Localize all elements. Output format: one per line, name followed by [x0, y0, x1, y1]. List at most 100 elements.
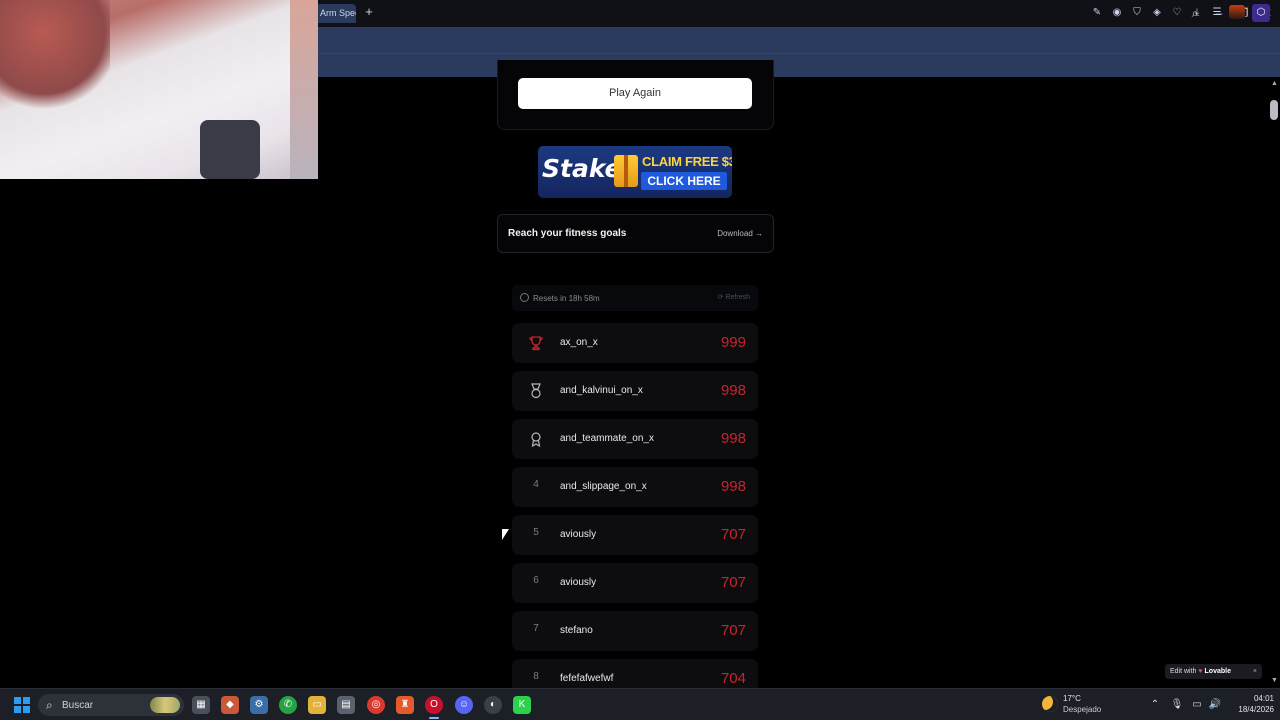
lovable-prefix: Edit with [1170, 668, 1197, 675]
player-name: aviously [560, 529, 597, 540]
player-name: and_slippage_on_x [560, 481, 647, 492]
player-score: 707 [720, 574, 746, 591]
leaderboard-header: Resets in 18h 58m ⟳ Refresh [512, 285, 758, 311]
edit-icon[interactable]: ✎ [1090, 6, 1104, 20]
medal-icon [531, 383, 541, 399]
player-name: aviously [560, 577, 597, 588]
refresh-button[interactable]: ⟳ Refresh [718, 293, 750, 301]
ad-headline: CLAIM FREE $35 [642, 154, 732, 169]
player-score: 707 [720, 526, 746, 543]
player-name: ax_on_x [560, 337, 598, 348]
clock-date[interactable]: 18/4/2026 [1226, 705, 1274, 714]
leaderboard-row: 8 fefefafwefwf 704 [512, 659, 758, 688]
trophy-icon [529, 336, 543, 351]
lovable-close-icon[interactable]: × [1253, 664, 1257, 679]
leaderboard-row: 7 stefano 707 [512, 611, 758, 651]
leaderboard-row: 6 aviously 707 [512, 563, 758, 603]
windows-start-icon[interactable] [14, 697, 30, 713]
browser-tab[interactable]: Arm Spee [316, 4, 356, 23]
lovable-brand: Lovable [1204, 668, 1231, 675]
scroll-down-arrow-icon[interactable]: ▼ [1271, 677, 1278, 684]
player-name: fefefafwefwf [560, 673, 614, 684]
camera-icon[interactable]: ◉ [1110, 6, 1124, 20]
chrome-icon[interactable]: ◎ [367, 696, 385, 714]
promo-title: Reach your fitness goals [508, 228, 627, 239]
player-score: 999 [720, 334, 746, 351]
player-rank: 7 [533, 623, 539, 634]
player-rank: 4 [533, 479, 539, 490]
mouse-cursor-icon [502, 529, 509, 540]
player-score: 998 [720, 430, 746, 447]
heart-icon[interactable]: ♡ [1170, 6, 1184, 20]
chevron-up-icon[interactable]: ⌃ [1148, 698, 1162, 712]
whatsapp-icon[interactable]: ✆ [279, 696, 297, 714]
fitness-promo-card: Reach your fitness goals Download → [497, 214, 774, 253]
windows-taskbar: ⌕ Buscar ▦ ◆ ⚙ ✆ ▭ ▤ ◎ ♜ O ☺ ◐ K 17°C De… [0, 688, 1280, 720]
player-name: and_kalvinui_on_x [560, 385, 643, 396]
webcam-overlay [0, 0, 318, 179]
leaderboard-row: and_teammate_on_x 998 [512, 419, 758, 459]
player-name: stefano [560, 625, 593, 636]
vpn-icon[interactable]: ◈ [1150, 6, 1164, 20]
task-view-icon[interactable]: ▦ [192, 696, 210, 714]
steam-icon[interactable]: ◐ [484, 696, 502, 714]
search-highlight-icon [150, 697, 180, 713]
award-icon [531, 432, 541, 447]
weather-description[interactable]: Despejado [1063, 705, 1101, 714]
leaderboard-row: 4 and_slippage_on_x 998 [512, 467, 758, 507]
player-score: 998 [720, 382, 746, 399]
page-scrollbar[interactable] [1268, 78, 1280, 688]
lovable-heart-icon: ♥ [1198, 668, 1203, 675]
clock-icon [520, 293, 529, 302]
volume-icon[interactable]: 🔊 [1208, 698, 1222, 712]
file-explorer-icon[interactable]: ▭ [308, 696, 326, 714]
leaderboard-row: 5 aviously 707 [512, 515, 758, 555]
moon-icon[interactable] [1042, 696, 1058, 712]
player-name: and_teammate_on_x [560, 433, 654, 444]
player-rank: 8 [533, 671, 539, 682]
play-again-button[interactable]: Play Again [518, 78, 752, 109]
webcam-background-object [200, 120, 260, 179]
browser-toolbar [318, 27, 1280, 53]
active-app-indicator [429, 717, 439, 719]
fish-app-icon[interactable]: ◆ [221, 696, 239, 714]
extension-icon[interactable]: ⬡ [1252, 4, 1270, 22]
webcam-edge [290, 0, 318, 179]
weather-temperature[interactable]: 17°C [1063, 694, 1081, 703]
player-rank: 5 [533, 527, 539, 538]
player-score: 704 [720, 670, 746, 687]
scroll-up-arrow-icon[interactable]: ▲ [1271, 80, 1278, 87]
taskbar-search[interactable]: ⌕ Buscar [38, 694, 184, 716]
new-tab-button[interactable]: + [362, 5, 376, 19]
kick-icon[interactable]: K [513, 696, 531, 714]
clock-time[interactable]: 04:01 [1238, 694, 1274, 703]
microphone-icon[interactable]: 🎙 [1170, 698, 1184, 712]
ad-brand-logo: Stake [542, 154, 622, 183]
discord-icon[interactable]: ☺ [455, 696, 473, 714]
settings-icon[interactable]: ⚙ [250, 696, 268, 714]
download-icon[interactable]: ⤓ [1190, 6, 1204, 20]
edit-with-lovable-badge[interactable]: Edit with ♥ Lovable × [1165, 664, 1262, 679]
refresh-label: Refresh [725, 294, 750, 301]
scroll-thumb[interactable] [1270, 100, 1278, 120]
webcam-face [0, 0, 110, 110]
player-rank: 6 [533, 575, 539, 586]
display-icon[interactable]: ▭ [1190, 698, 1204, 712]
bookmarks-bar [318, 53, 1280, 77]
player-score: 707 [720, 622, 746, 639]
search-placeholder: Buscar [62, 700, 94, 711]
brave-icon[interactable]: ♜ [396, 696, 414, 714]
search-icon: ⌕ [46, 698, 53, 712]
leaderboard-row: ax_on_x 999 [512, 323, 758, 363]
calculator-icon[interactable]: ▤ [337, 696, 355, 714]
gift-icon [614, 155, 638, 187]
player-score: 998 [720, 478, 746, 495]
stake-ad-banner[interactable]: Stake CLAIM FREE $35 CLICK HERE [538, 146, 732, 198]
ad-cta: CLICK HERE [641, 172, 727, 190]
shield-icon[interactable]: ⛉ [1130, 6, 1144, 20]
leaderboard-row: and_kalvinui_on_x 998 [512, 371, 758, 411]
opera-icon[interactable]: O [425, 696, 443, 714]
menu-icon[interactable]: ☰ [1210, 6, 1224, 20]
avatar[interactable] [1229, 5, 1245, 19]
download-link[interactable]: Download → [717, 229, 763, 238]
